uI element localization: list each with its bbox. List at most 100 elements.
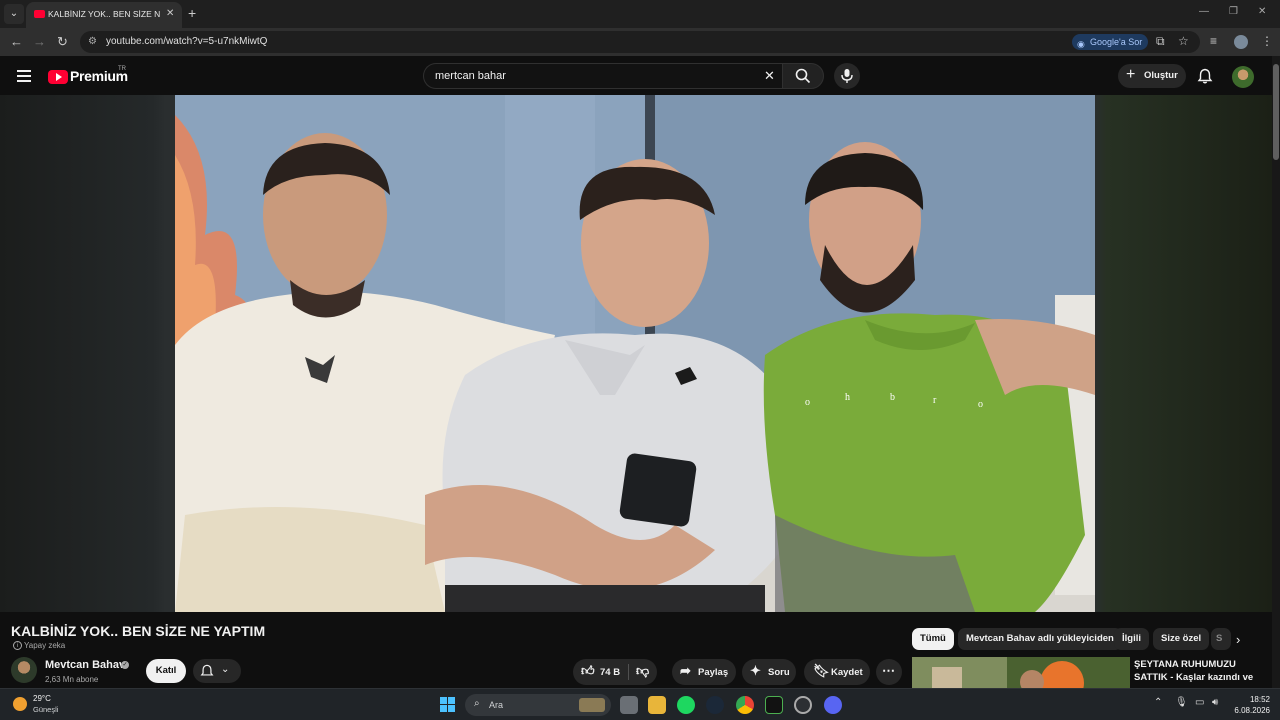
clock-date[interactable]: 6.08.2026 [1228,706,1270,715]
spotify-icon[interactable] [677,696,695,714]
google-ask-button[interactable]: ◉ Google'a Sor [1072,34,1149,50]
like-count: 74 B [600,667,621,678]
logo-country-code: TR [118,66,126,72]
sun-weather-icon[interactable] [13,697,27,711]
tray-chevron-up-icon[interactable]: ⌃ [1154,697,1162,708]
tray-microphone-icon[interactable]: 🎙︎ [1175,697,1188,708]
video-player[interactable]: ohbro [175,95,1095,612]
youtube-header: Premium TR ✕ + Oluştur [0,56,1280,96]
install-app-icon[interactable]: ⧉ [1156,34,1165,49]
tab-close-icon[interactable]: ✕ [166,8,174,19]
share-icon: ➦ [680,663,691,678]
more-horizontal-icon: ⋯ [882,663,895,678]
reload-icon[interactable]: ↻ [57,34,68,50]
ai-badge[interactable]: i Yapay zeka [11,640,69,652]
microphone-icon [841,69,853,83]
channel-name[interactable]: Mevtcan Bahav [45,659,125,671]
windows-start-icon[interactable] [440,697,456,713]
forward-icon[interactable]: → [33,34,46,49]
svg-text:b: b [890,392,895,403]
search-icon: ⌕ [474,698,480,709]
browser-active-icon[interactable] [794,696,812,714]
address-bar[interactable]: ⚙ youtube.com/watch?v=5-u7nkMiwtQ ◉ Goog… [80,31,1200,53]
share-button[interactable]: ➦ Paylaş [672,659,736,685]
ai-badge-label: Yapay zeka [24,641,66,650]
search-button[interactable] [782,63,824,89]
plus-icon: + [1126,66,1136,83]
like-button[interactable]: 👍︎ 74 B [573,659,627,685]
menu-icon[interactable] [17,70,31,82]
site-info-icon[interactable]: ⚙ [88,36,100,48]
new-tab-icon[interactable]: + [188,5,196,21]
tab-search-menu-icon[interactable]: ⌄ [4,4,24,24]
dislike-button[interactable]: 👎︎ [629,659,657,685]
browser-tab-strip: ⌄ KALBİNİZ YOK.. BEN SİZE NE YAPTIM ✕ + … [0,0,1280,28]
chip-for-you[interactable]: Size özel [1153,628,1210,650]
svg-text:h: h [845,392,850,403]
chrome-icon[interactable] [736,696,754,714]
save-button[interactable]: 🔖︎ Kaydet [804,659,870,685]
browser-tab[interactable]: KALBİNİZ YOK.. BEN SİZE NE YAPTIM ✕ [26,2,182,28]
related-video-title[interactable]: ŞEYTANA RUHUMUZU SATTIK - Kaşlar kazındı… [1134,658,1264,684]
chip-more[interactable]: S [1211,628,1231,650]
search-box[interactable]: ✕ [423,63,783,89]
back-icon[interactable]: ← [10,34,23,49]
create-label: Oluştur [1144,70,1178,81]
like-dislike-group: 👍︎ 74 B 👎︎ [573,659,657,685]
youtube-logo-icon[interactable] [48,70,68,84]
menu-dots-icon[interactable]: ⋮ [1261,34,1273,48]
voice-search-button[interactable] [834,63,860,89]
verified-badge-icon: ✓ [121,661,129,669]
restore-icon[interactable]: ❐ [1229,6,1238,17]
clock-time[interactable]: 18:52 [1238,695,1270,704]
task-view-icon[interactable] [620,696,638,714]
scrollbar-thumb[interactable] [1273,64,1279,160]
chip-all[interactable]: Tümü [912,628,954,650]
youtube-favicon-icon [34,10,45,18]
weather-temperature[interactable]: 29°C [33,694,51,703]
save-label: Kaydet [831,667,863,678]
file-explorer-icon[interactable] [648,696,666,714]
more-actions-button[interactable]: ⋯ [876,659,902,685]
window-close-icon[interactable]: ✕ [1258,6,1266,17]
minimize-icon[interactable]: — [1199,6,1209,17]
bell-icon [200,664,214,676]
weather-description[interactable]: Güneşli [33,705,58,714]
steam-icon[interactable] [706,696,724,714]
clear-search-icon[interactable]: ✕ [764,68,775,84]
tray-volume-icon[interactable]: 🔊︎ [1212,697,1218,708]
chip-related[interactable]: İlgili [1114,628,1149,650]
chevron-down-icon: ⌄ [221,664,230,675]
account-avatar[interactable] [1232,66,1254,88]
thumbs-up-icon: 👍︎ [581,663,595,678]
discord-icon[interactable] [824,696,842,714]
thumbnail-image [912,657,1130,688]
browser-toolbar: ← → ↻ ⚙ youtube.com/watch?v=5-u7nkMiwtQ … [0,28,1280,56]
profile-icon[interactable] [1234,35,1248,49]
create-button[interactable]: + Oluştur [1118,64,1186,88]
chip-from-uploader[interactable]: Mevtcan Bahav adlı yükleyiciden [958,628,1122,650]
search-input[interactable] [435,70,735,82]
google-ask-label: Google'a Sor [1090,37,1143,47]
channel-avatar[interactable] [11,657,37,683]
subscription-notifications-button[interactable]: ⌄ [193,659,241,683]
search-highlight-icon [579,698,605,712]
nvidia-app-icon[interactable] [765,696,783,714]
chevron-right-icon[interactable]: › [1236,632,1240,647]
notifications-bell-icon[interactable] [1197,68,1213,84]
related-video-thumbnail[interactable] [912,657,1130,688]
windows-taskbar: 29°C Güneşli ⌕ Ara ⌃ 🎙︎ ▭ 🔊︎ 18:52 6.08.… [0,688,1280,720]
bookmark-star-icon[interactable]: ☆ [1178,34,1189,48]
url-text[interactable]: youtube.com/watch?v=5-u7nkMiwtQ [106,36,267,47]
video-frame-image: ohbro [175,95,1095,612]
taskbar-search[interactable]: ⌕ Ara [465,694,611,716]
video-title: KALBİNİZ YOK.. BEN SİZE NE YAPTIM [11,623,266,639]
share-label: Paylaş [698,667,729,678]
reading-list-icon[interactable]: ≡ [1210,34,1217,48]
tray-display-icon[interactable]: ▭ [1195,697,1204,708]
svg-text:o: o [978,399,983,410]
join-button[interactable]: Katıl [146,659,186,683]
info-icon: i [13,641,22,650]
page-scrollbar[interactable] [1272,56,1280,688]
ask-button[interactable]: ✦ Soru [742,659,796,685]
